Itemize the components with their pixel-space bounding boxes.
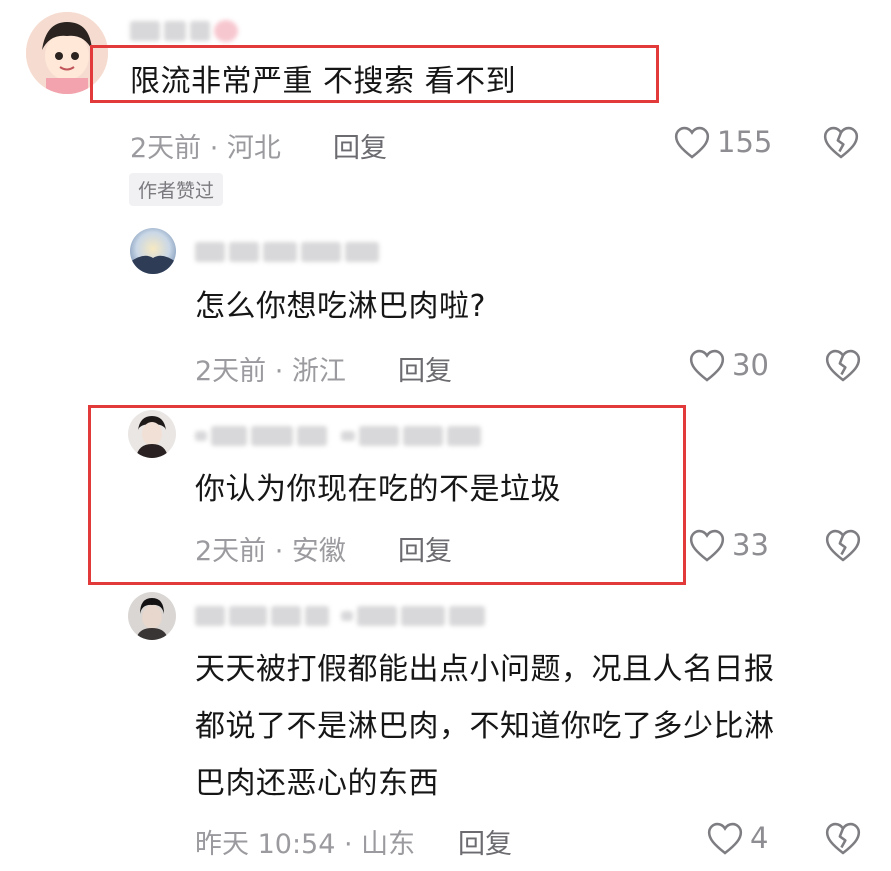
comment-meta: 2天前 · 河北 [130, 133, 281, 164]
username-blurred[interactable] [130, 20, 238, 42]
comment-text: 限流非常严重 不搜索 看不到 [130, 64, 517, 99]
heart-outline-icon [674, 126, 710, 159]
username-blurred[interactable] [195, 606, 485, 626]
comment-meta: 昨天 10:54 · 山东 [195, 829, 416, 860]
reply-button[interactable]: 回复 [398, 349, 452, 388]
heart-outline-icon [689, 529, 725, 562]
like-button[interactable]: 155 [673, 124, 772, 160]
comment-text-line: 巴肉还恶心的东西 [195, 766, 439, 801]
dislike-button[interactable] [822, 124, 860, 160]
reply-button[interactable]: 回复 [398, 529, 452, 568]
dislike-button[interactable] [824, 527, 862, 563]
avatar[interactable] [130, 228, 176, 274]
author-liked-badge: 作者赞过 [129, 173, 224, 206]
dislike-button[interactable] [824, 820, 862, 856]
broken-heart-icon [825, 349, 861, 382]
comment-meta: 2天前 · 浙江 [195, 356, 346, 387]
like-count: 155 [717, 125, 773, 159]
comment-text-line: 天天被打假都能出点小问题，况且人名日报 [195, 652, 775, 687]
broken-heart-icon [825, 822, 861, 855]
comment-text: 怎么你想吃淋巴肉啦? [195, 289, 486, 324]
heart-outline-icon [707, 822, 743, 855]
broken-heart-icon [825, 529, 861, 562]
avatar[interactable] [128, 410, 176, 458]
dislike-button[interactable] [824, 347, 862, 383]
reply-button[interactable]: 回复 [458, 822, 512, 861]
avatar[interactable] [128, 592, 176, 640]
like-count: 30 [732, 348, 769, 382]
like-count: 33 [732, 528, 769, 562]
like-button[interactable]: 30 [688, 347, 769, 383]
reply-button[interactable]: 回复 [333, 126, 387, 165]
like-count: 4 [750, 821, 769, 855]
comment-text: 你认为你现在吃的不是垃圾 [195, 472, 561, 507]
username-blurred[interactable] [195, 426, 481, 446]
comment-meta: 2天前 · 安徽 [195, 536, 346, 567]
heart-outline-icon [689, 349, 725, 382]
broken-heart-icon [823, 126, 859, 159]
like-button[interactable]: 33 [688, 527, 769, 563]
like-button[interactable]: 4 [706, 820, 768, 856]
username-blurred[interactable] [195, 242, 379, 262]
comment-text-line: 都说了不是淋巴肉，不知道你吃了多少比淋 [195, 709, 775, 744]
